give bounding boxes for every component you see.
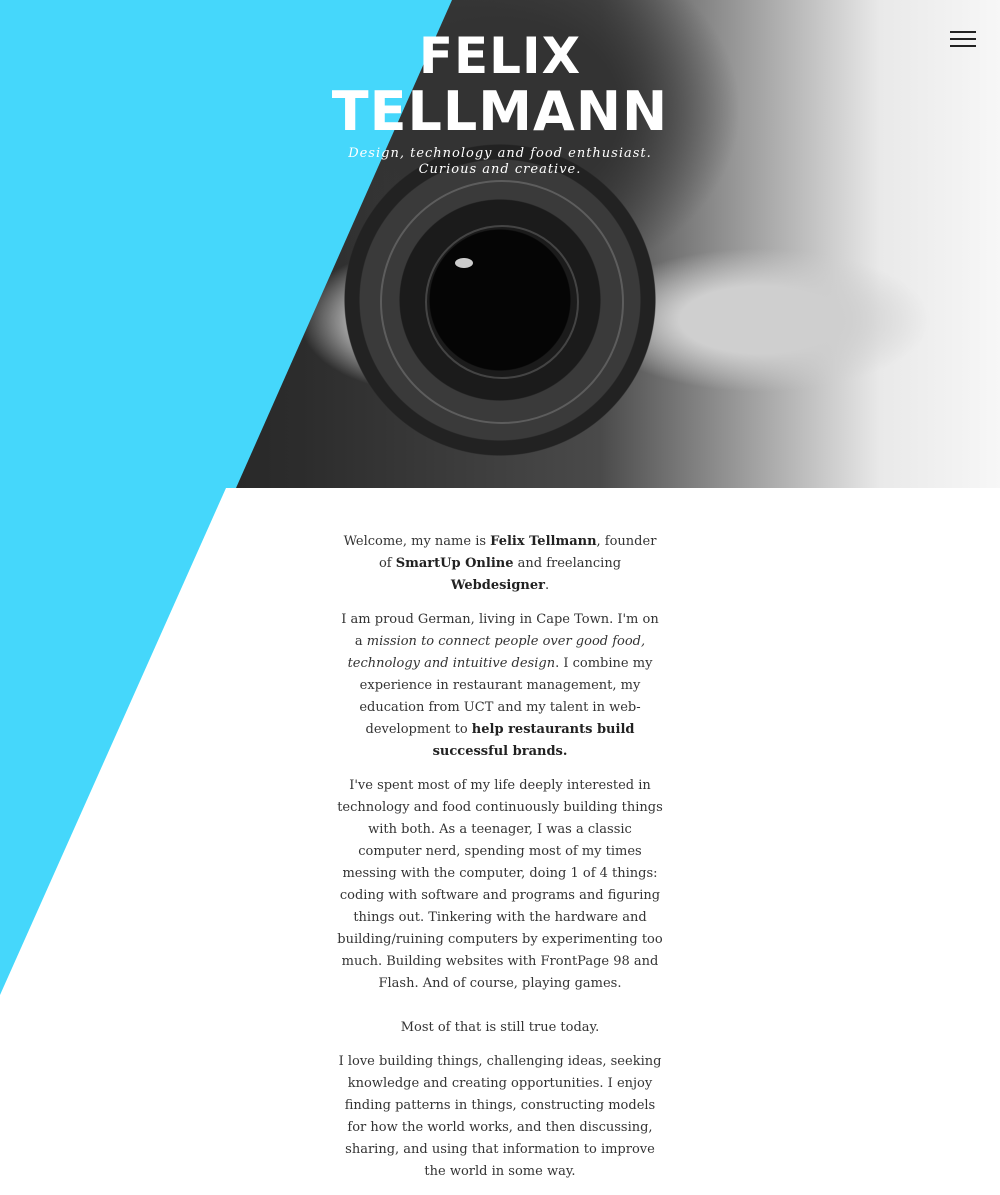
intro-paragraph: Welcome, my name is Felix Tellmann, foun… <box>336 531 664 597</box>
lens-glint <box>455 258 473 268</box>
tagline-line-2: Curious and creative. <box>418 162 582 177</box>
about-section: Welcome, my name is Felix Tellmann, foun… <box>336 531 664 1195</box>
camera-lens-inner-ring <box>425 225 579 379</box>
menu-bar <box>950 45 976 47</box>
history-paragraph: I've spent most of my life deeply intere… <box>337 778 663 991</box>
name-highlight: Felix Tellmann <box>490 534 597 549</box>
tagline: Design, technology and food enthusiast. … <box>0 146 1000 178</box>
intro-text-1: Welcome, my name is <box>343 534 491 549</box>
tagline-line-1: Design, technology and food enthusiast. <box>348 146 652 161</box>
values-paragraph: I love building things, challenging idea… <box>338 1054 662 1179</box>
today-paragraph: Most of that is still true today. <box>400 1020 600 1035</box>
menu-bar <box>950 31 976 33</box>
title-last-name: TELLMANN <box>331 80 669 143</box>
company-highlight: SmartUp Online <box>395 556 514 571</box>
menu-bar <box>950 38 976 40</box>
title-first-name: FELIX <box>418 27 582 85</box>
intro-text-3: and freelancing <box>513 556 622 571</box>
role-highlight: Webdesigner <box>450 578 546 593</box>
intro-text-4: . <box>545 578 550 593</box>
site-title: FELIX TELLMANN <box>0 28 1000 140</box>
mission-paragraph: I am proud German, living in Cape Town. … <box>336 609 664 763</box>
hamburger-icon[interactable] <box>950 31 976 47</box>
